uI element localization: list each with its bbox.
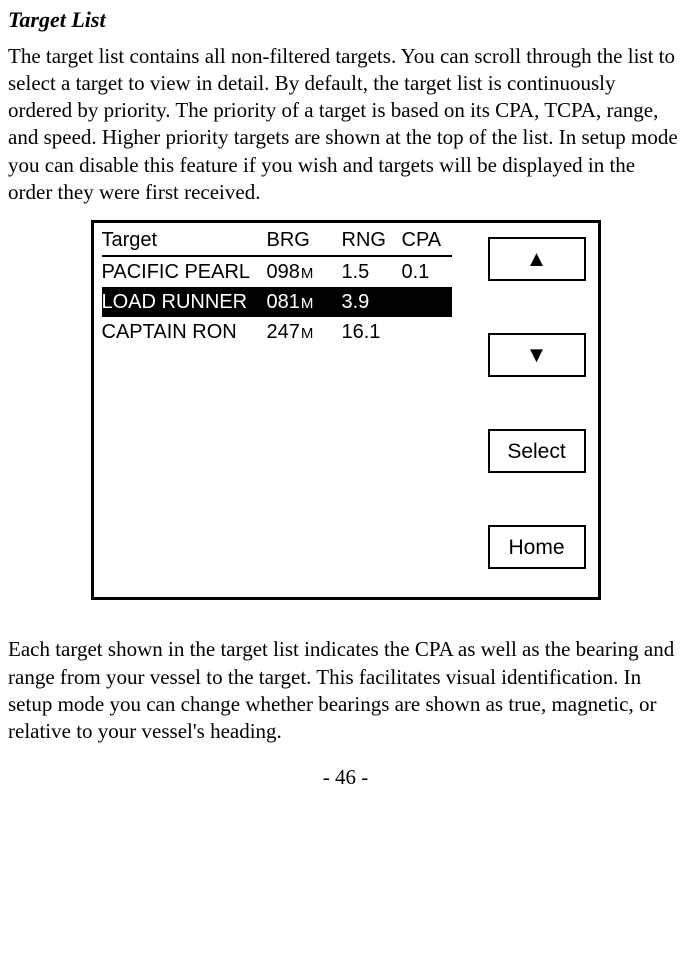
- page-number: - 46 -: [8, 764, 683, 791]
- cell-name: PACIFIC PEARL: [102, 259, 267, 285]
- table-row[interactable]: PACIFIC PEARL 098M 1.5 0.1: [102, 257, 452, 287]
- target-list-panel: Target BRG RNG CPA PACIFIC PEARL 098M 1.…: [91, 220, 601, 600]
- cell-rng: 16.1: [342, 319, 402, 345]
- triangle-down-icon: ▼: [526, 344, 548, 366]
- table-header-row: Target BRG RNG CPA: [102, 223, 452, 257]
- cell-brg: 247M: [267, 319, 342, 345]
- triangle-up-icon: ▲: [526, 248, 548, 270]
- cell-name: LOAD RUNNER: [102, 289, 267, 315]
- header-rng: RNG: [342, 227, 402, 253]
- cell-name: CAPTAIN RON: [102, 319, 267, 345]
- home-label: Home: [508, 534, 564, 561]
- header-cpa: CPA: [402, 227, 452, 253]
- cell-brg: 098M: [267, 259, 342, 285]
- footer-paragraph: Each target shown in the target list ind…: [8, 636, 683, 745]
- header-target: Target: [102, 227, 267, 253]
- side-button-column: ▲ ▼ Select Home: [488, 237, 586, 569]
- intro-paragraph: The target list contains all non-filtere…: [8, 43, 683, 207]
- cell-cpa: 0.1: [402, 259, 452, 285]
- scroll-up-button[interactable]: ▲: [488, 237, 586, 281]
- cell-brg: 081M: [267, 289, 342, 315]
- target-list: Target BRG RNG CPA PACIFIC PEARL 098M 1.…: [102, 223, 452, 347]
- select-button[interactable]: Select: [488, 429, 586, 473]
- home-button[interactable]: Home: [488, 525, 586, 569]
- cell-rng: 3.9: [342, 289, 402, 315]
- table-row[interactable]: LOAD RUNNER 081M 3.9: [102, 287, 452, 317]
- table-row[interactable]: CAPTAIN RON 247M 16.1: [102, 317, 452, 347]
- select-label: Select: [507, 438, 565, 465]
- header-brg: BRG: [267, 227, 342, 253]
- scroll-down-button[interactable]: ▼: [488, 333, 586, 377]
- cell-rng: 1.5: [342, 259, 402, 285]
- section-title: Target List: [8, 6, 683, 35]
